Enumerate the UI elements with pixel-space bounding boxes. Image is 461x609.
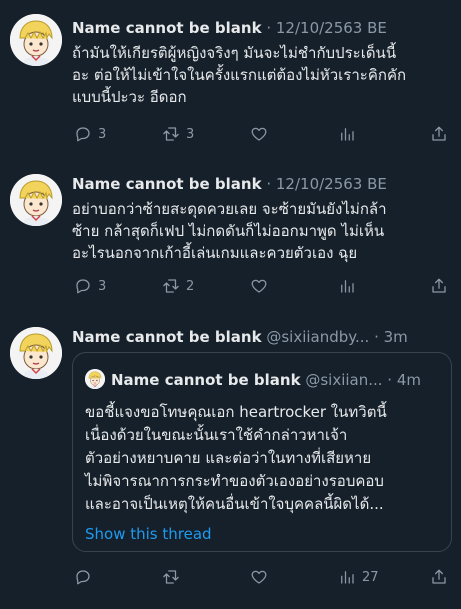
tweet-line: อย่าบอกว่าซ้ายสะดุดควยเลย จะซ้ายมันยังไม… xyxy=(72,200,387,218)
avatar[interactable] xyxy=(10,174,62,226)
tweet-meta: @sixiian... · 4m xyxy=(305,371,422,389)
tweet-line: ไม่พิจารณาการกระทำของตัวเองอย่างรอบคอบ xyxy=(85,472,384,490)
tweet-line: ตัวอย่างหยาบคาย และต่อว่าในทางที่เสียหาย xyxy=(85,449,372,467)
display-name[interactable]: Name cannot be blank xyxy=(72,328,262,346)
tweet-line: ซ้าย กล้าสุดก็เฟป ไม่กดดันก็ไม่ออกมาพูด … xyxy=(72,222,385,240)
reply-icon xyxy=(74,125,92,143)
show-thread-link[interactable]: Show this thread xyxy=(85,525,212,543)
views-button[interactable] xyxy=(338,276,356,296)
analytics-icon xyxy=(338,568,356,586)
retweet-icon xyxy=(162,568,180,586)
reply-count: 3 xyxy=(98,278,107,294)
views-count: 27 xyxy=(362,569,379,585)
share-button[interactable] xyxy=(430,276,448,296)
heart-icon xyxy=(250,277,268,295)
reply-icon xyxy=(74,568,92,586)
tweet[interactable]: Name cannot be blank · 12/10/2563 BE ถ้า… xyxy=(0,0,461,160)
reply-icon xyxy=(74,277,92,295)
tweet-text: อย่าบอกว่าซ้ายสะดุดควยเลย จะซ้ายมันยังไม… xyxy=(72,198,452,264)
avatar[interactable] xyxy=(10,327,62,379)
share-icon xyxy=(430,277,448,295)
views-button[interactable] xyxy=(338,124,356,144)
tweet-line: และอาจเป็นเหตุให้คนอื่นเข้าใจบุคคลนี้ผิด… xyxy=(85,495,384,513)
tweet-header: Name cannot be blank · 12/10/2563 BE xyxy=(72,174,387,194)
tweet-line: เนื่องด้วยในขณะนั้นเราใช้คำกล่าวหาเจ้า xyxy=(85,426,348,444)
tweet-line: แบบนี้ปะวะ อีดอก xyxy=(72,88,187,106)
quoted-tweet-text: ขอชี้แจงขอโทษคุณเอก heartrocker ในทวิตนี… xyxy=(85,401,441,516)
avatar[interactable] xyxy=(10,14,62,66)
like-button[interactable] xyxy=(250,124,274,144)
share-button[interactable] xyxy=(430,567,448,587)
tweet-line: อะ ต่อให้ไม่เข้าใจในครั้งแรกแต่ต้องไม่หั… xyxy=(72,66,407,84)
tweet-meta[interactable]: · 12/10/2563 BE xyxy=(266,175,387,193)
reply-button[interactable] xyxy=(74,567,98,587)
analytics-icon xyxy=(338,125,356,143)
tweet-line: ถ้ามันให้เกียรติผู้หญิงจริงๆ มันจะไม่ชำก… xyxy=(72,44,397,62)
share-button[interactable] xyxy=(430,124,448,144)
retweet-button[interactable]: 3 xyxy=(162,124,194,144)
reply-button[interactable]: 3 xyxy=(74,124,106,144)
quoted-tweet[interactable]: Name cannot be blank @sixiian... · 4m ขอ… xyxy=(72,352,452,552)
tweet-text: ถ้ามันให้เกียรติผู้หญิงจริงๆ มันจะไม่ชำก… xyxy=(72,42,452,108)
tweet-actions: 27 xyxy=(74,567,454,587)
tweet-meta[interactable]: · 12/10/2563 BE xyxy=(266,19,387,37)
retweet-icon xyxy=(162,125,180,143)
views-button[interactable]: 27 xyxy=(338,567,379,587)
display-name[interactable]: Name cannot be blank xyxy=(72,175,262,193)
retweet-icon xyxy=(162,277,180,295)
like-button[interactable] xyxy=(250,276,274,296)
display-name[interactable]: Name cannot be blank xyxy=(72,19,262,37)
reply-count: 3 xyxy=(98,126,107,142)
tweet-meta[interactable]: @sixiiandby... · 3m xyxy=(266,328,407,346)
tweet[interactable]: Name cannot be blank · 12/10/2563 BE อย่… xyxy=(0,160,461,315)
share-icon xyxy=(430,125,448,143)
reply-button[interactable]: 3 xyxy=(74,276,106,296)
retweet-count: 2 xyxy=(186,278,195,294)
display-name: Name cannot be blank xyxy=(111,371,301,389)
tweet-header: Name cannot be blank @sixiiandby... · 3m xyxy=(72,327,408,347)
tweet-actions: 3 2 xyxy=(74,276,454,296)
analytics-icon xyxy=(338,277,356,295)
tweet-line: อะไรนอกจากเก้าอี้เล่นเกมและควยตัวเอง ฉุย xyxy=(72,244,358,262)
heart-icon xyxy=(250,568,268,586)
tweet-header: Name cannot be blank · 12/10/2563 BE xyxy=(72,18,387,38)
retweet-button[interactable]: 2 xyxy=(162,276,194,296)
retweet-count: 3 xyxy=(186,126,195,142)
retweet-button[interactable] xyxy=(162,567,186,587)
avatar xyxy=(85,369,105,389)
heart-icon xyxy=(250,125,268,143)
like-button[interactable] xyxy=(250,567,274,587)
tweet-actions: 3 3 xyxy=(74,124,454,144)
quoted-tweet-header: Name cannot be blank @sixiian... · 4m xyxy=(85,369,421,390)
tweet-line: ขอชี้แจงขอโทษคุณเอก heartrocker ในทวิตนี… xyxy=(85,403,387,421)
share-icon xyxy=(430,568,448,586)
